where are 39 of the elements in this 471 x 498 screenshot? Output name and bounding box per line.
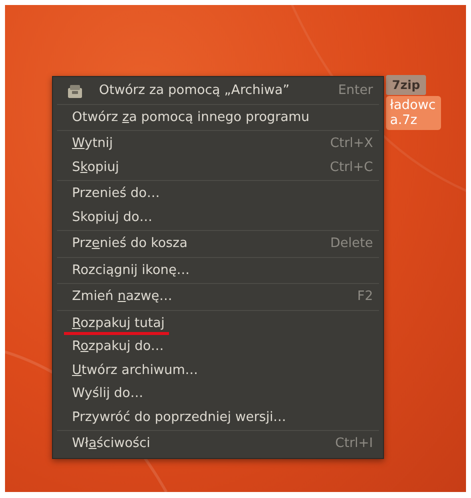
menu-item-label: Właściwości (72, 436, 150, 452)
menu-item-label: Przenieś do… (72, 186, 160, 202)
menu-item[interactable]: Skopiuj Ctrl+C (53, 156, 383, 179)
menu-item[interactable]: Przenieś do kosza Delete (53, 232, 383, 256)
menu-item[interactable]: Właściwości Ctrl+I (53, 432, 383, 456)
menu-item-label: Wytnij (72, 136, 113, 152)
menu-item-label: Rozpakuj tutaj (64, 316, 169, 336)
menu-item-label: Zmień nazwę… (72, 289, 172, 304)
menu-item[interactable]: Wytnij Ctrl+X (53, 132, 383, 156)
menu-item[interactable]: Rozpakuj do… (53, 335, 383, 358)
menu-item-label: Przenieś do kosza (72, 236, 188, 252)
menu-item[interactable]: Przenieś do… (53, 182, 383, 206)
menu-item[interactable]: Skopiuj do… (53, 206, 383, 229)
menu-item[interactable]: Otwórz za pomocą innego programu (53, 106, 383, 129)
menu-item[interactable]: Utwórz archiwum… (53, 358, 383, 382)
menu-item[interactable]: Zmień nazwę… F2 (53, 285, 383, 308)
shortcut-label: F2 (357, 289, 373, 304)
menu-item-label: Utwórz archiwum… (72, 362, 198, 378)
menu-item-label: Otwórz za pomocą „Archiwa” (99, 83, 290, 98)
menu-item-label: Przywróć do poprzedniej wersji… (72, 410, 286, 425)
shortcut-label: Ctrl+X (330, 136, 373, 152)
menu-item-label: Skopiuj do… (72, 210, 152, 225)
archive-file-icon[interactable]: 7zip (386, 75, 426, 95)
menu-item-label: Wyślij do… (72, 386, 144, 402)
menu-item-label: Rozpakuj do… (72, 339, 164, 354)
shortcut-label: Ctrl+C (330, 160, 373, 175)
menu-item-label: Skopiuj (72, 160, 120, 175)
menu-item[interactable]: Rozpakuj tutaj (53, 312, 383, 335)
menu-item-label: Rozciągnij ikonę… (72, 262, 190, 278)
menu-item[interactable]: Rozciągnij ikonę… (53, 258, 383, 282)
file-name-label: ładowc a.7z (386, 96, 441, 130)
shortcut-label: Enter (338, 83, 373, 98)
archive-icon (67, 82, 83, 99)
menu-item[interactable]: Wyślij do… (53, 382, 383, 406)
menu-item[interactable]: Otwórz za pomocą „Archiwa” Enter (53, 79, 383, 102)
menu-item-label: Otwórz za pomocą innego programu (72, 110, 310, 125)
menu-item[interactable]: Przywróć do poprzedniej wersji… (53, 406, 383, 429)
shortcut-label: Delete (330, 236, 373, 252)
shortcut-label: Ctrl+I (335, 436, 373, 452)
